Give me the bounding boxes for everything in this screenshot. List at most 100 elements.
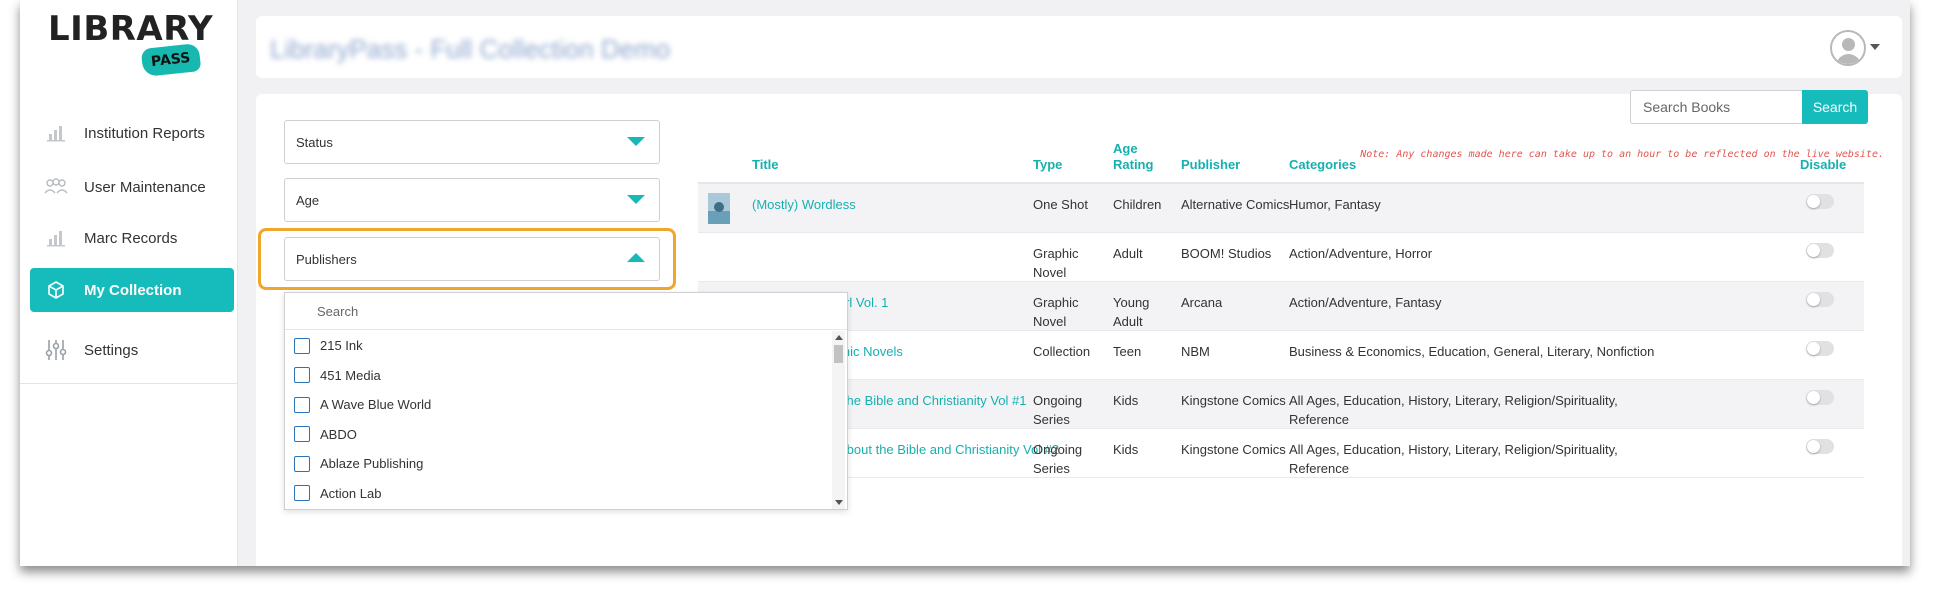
book-age-line: Kids (1113, 442, 1139, 457)
book-type: Graphic Novel (1033, 244, 1079, 282)
publishers-dropdown: 215 Ink 451 Media A Wave Blue World ABDO… (284, 292, 848, 510)
book-age-rating: Kids (1113, 391, 1138, 410)
publisher-option-label: 451 Media (320, 367, 381, 383)
sidebar-item-label: Institution Reports (84, 124, 205, 142)
sliders-icon (44, 338, 68, 362)
book-categories: Action/Adventure, Fantasy (1289, 293, 1441, 312)
page-title: LibraryPass - Full Collection Demo (270, 34, 671, 64)
book-type-line: Graphic (1033, 246, 1079, 261)
librarypass-logo[interactable]: LIBRARY PASS (48, 12, 213, 77)
sidebar-item-marc-records[interactable]: Marc Records (30, 216, 234, 260)
book-publisher: Alternative Comics (1181, 197, 1290, 212)
scroll-thumb[interactable] (834, 345, 843, 363)
checkbox[interactable] (294, 337, 310, 354)
column-header-disable[interactable]: Disable (1800, 157, 1846, 173)
checkbox[interactable] (294, 396, 310, 413)
scroll-up-icon[interactable] (835, 335, 843, 340)
sidebar-item-label: Settings (84, 341, 139, 359)
publisher-option[interactable]: ABDO (285, 420, 833, 450)
status-filter-select[interactable]: Status (284, 120, 660, 164)
disable-toggle[interactable] (1806, 390, 1834, 405)
scroll-down-icon[interactable] (835, 500, 843, 505)
table-row: (Mostly) Wordless One Shot Children Alte… (698, 184, 1864, 233)
caret-down-icon (627, 195, 645, 204)
checkbox[interactable] (294, 485, 310, 502)
sidebar-item-institution-reports[interactable]: Institution Reports (30, 111, 234, 155)
book-categories-line: All Ages, Education, History, Literary, … (1289, 393, 1618, 408)
disable-toggle[interactable] (1806, 439, 1834, 454)
publisher-option[interactable]: 451 Media (285, 361, 833, 391)
collection-table: Title Type Age Rating Publisher Categori… (698, 137, 1864, 566)
chevron-down-icon[interactable] (1870, 44, 1880, 50)
book-type-line: Series (1033, 412, 1070, 427)
publisher-option[interactable]: Action Lab (285, 479, 833, 509)
disable-toggle[interactable] (1806, 292, 1834, 307)
table-row: rst Girl Vol. 1 Graphic Novel Young Adult … (698, 282, 1864, 331)
avatar-head (1842, 38, 1855, 51)
column-header-publisher[interactable]: Publisher (1181, 157, 1240, 173)
book-publisher: Arcana (1181, 295, 1223, 310)
sidebar-item-user-maintenance[interactable]: User Maintenance (30, 165, 234, 209)
column-header-age-rating[interactable]: Age Rating (1113, 141, 1153, 173)
book-type-line: Novel (1033, 314, 1067, 329)
book-type-line: Ongoing (1033, 393, 1083, 408)
checkbox[interactable] (294, 426, 310, 443)
book-type: One Shot (1033, 195, 1088, 214)
sidebar: LIBRARY PASS Institution Reports User Ma… (20, 0, 238, 566)
book-categories-line: Action/Adventure, Fantasy (1289, 295, 1442, 310)
search-button[interactable]: Search (1802, 90, 1868, 124)
bar-chart-icon (44, 226, 68, 250)
checkbox[interactable] (294, 455, 310, 472)
sidebar-item-settings[interactable]: Settings (30, 328, 234, 372)
book-type-line: One Shot (1033, 197, 1088, 212)
book-publisher: BOOM! Studios (1181, 246, 1272, 261)
book-categories-line: Reference (1289, 412, 1349, 427)
book-categories: Humor, Fantasy (1289, 195, 1381, 214)
publisher-option-label: Ablaze Publishing (320, 456, 424, 472)
book-age-line: Teen (1113, 344, 1142, 359)
book-age-rating: Teen (1113, 342, 1141, 361)
book-categories-line: Action/Adventure, Horror (1289, 246, 1433, 261)
publisher-option[interactable]: A Wave Blue World (285, 390, 833, 420)
book-title-link[interactable]: (Mostly) Wordless (752, 195, 856, 214)
book-age-rating: Kids (1113, 440, 1138, 459)
disable-toggle[interactable] (1806, 341, 1834, 356)
disable-toggle[interactable] (1806, 194, 1834, 209)
checkbox[interactable] (294, 367, 310, 384)
user-avatar-icon[interactable] (1830, 30, 1866, 66)
search-books-input[interactable] (1630, 90, 1802, 124)
book-categories: Action/Adventure, Horror (1289, 244, 1432, 263)
sidebar-item-label: Marc Records (84, 229, 178, 247)
status-filter-label: Status (296, 135, 333, 150)
column-header-title[interactable]: Title (752, 157, 779, 173)
collection-panel: Status Age Publishers 215 Ink 451 Media … (256, 90, 1902, 566)
caret-down-icon (627, 137, 645, 146)
book-age-rating: Children (1113, 195, 1161, 214)
book-age-rating: Young Adult (1113, 293, 1149, 331)
column-header-categories[interactable]: Categories (1289, 157, 1356, 173)
publishers-filter-select[interactable]: Publishers (284, 237, 660, 281)
publisher-list-scrollbar[interactable] (832, 331, 845, 509)
top-header: LibraryPass - Full Collection Demo (256, 16, 1902, 78)
column-header-type[interactable]: Type (1033, 157, 1062, 173)
book-categories: Business & Economics, Education, General… (1289, 342, 1654, 361)
disable-toggle[interactable] (1806, 243, 1834, 258)
sidebar-item-my-collection[interactable]: My Collection (30, 268, 234, 312)
publisher-option[interactable]: Ablaze Publishing (285, 449, 833, 479)
caret-up-icon (627, 253, 645, 262)
book-type-line: Ongoing (1033, 442, 1083, 457)
sidebar-item-label: My Collection (84, 281, 182, 299)
publisher-option-label: A Wave Blue World (320, 397, 432, 413)
book-publisher: Kingstone Comics (1181, 442, 1286, 457)
age-filter-select[interactable]: Age (284, 178, 660, 222)
publisher-list: 215 Ink 451 Media A Wave Blue World ABDO… (285, 331, 833, 509)
book-cover-thumbnail[interactable] (708, 193, 730, 224)
logo-wordmark: LIBRARY (48, 9, 214, 49)
book-type-line: Series (1033, 461, 1070, 476)
book-categories-line: All Ages, Education, History, Literary, … (1289, 442, 1618, 457)
publisher-option[interactable]: 215 Ink (285, 331, 833, 361)
publisher-search-input[interactable] (285, 293, 847, 330)
book-type: Graphic Novel (1033, 293, 1079, 331)
publishers-filter-label: Publishers (296, 252, 357, 267)
book-type-line: Novel (1033, 265, 1067, 280)
